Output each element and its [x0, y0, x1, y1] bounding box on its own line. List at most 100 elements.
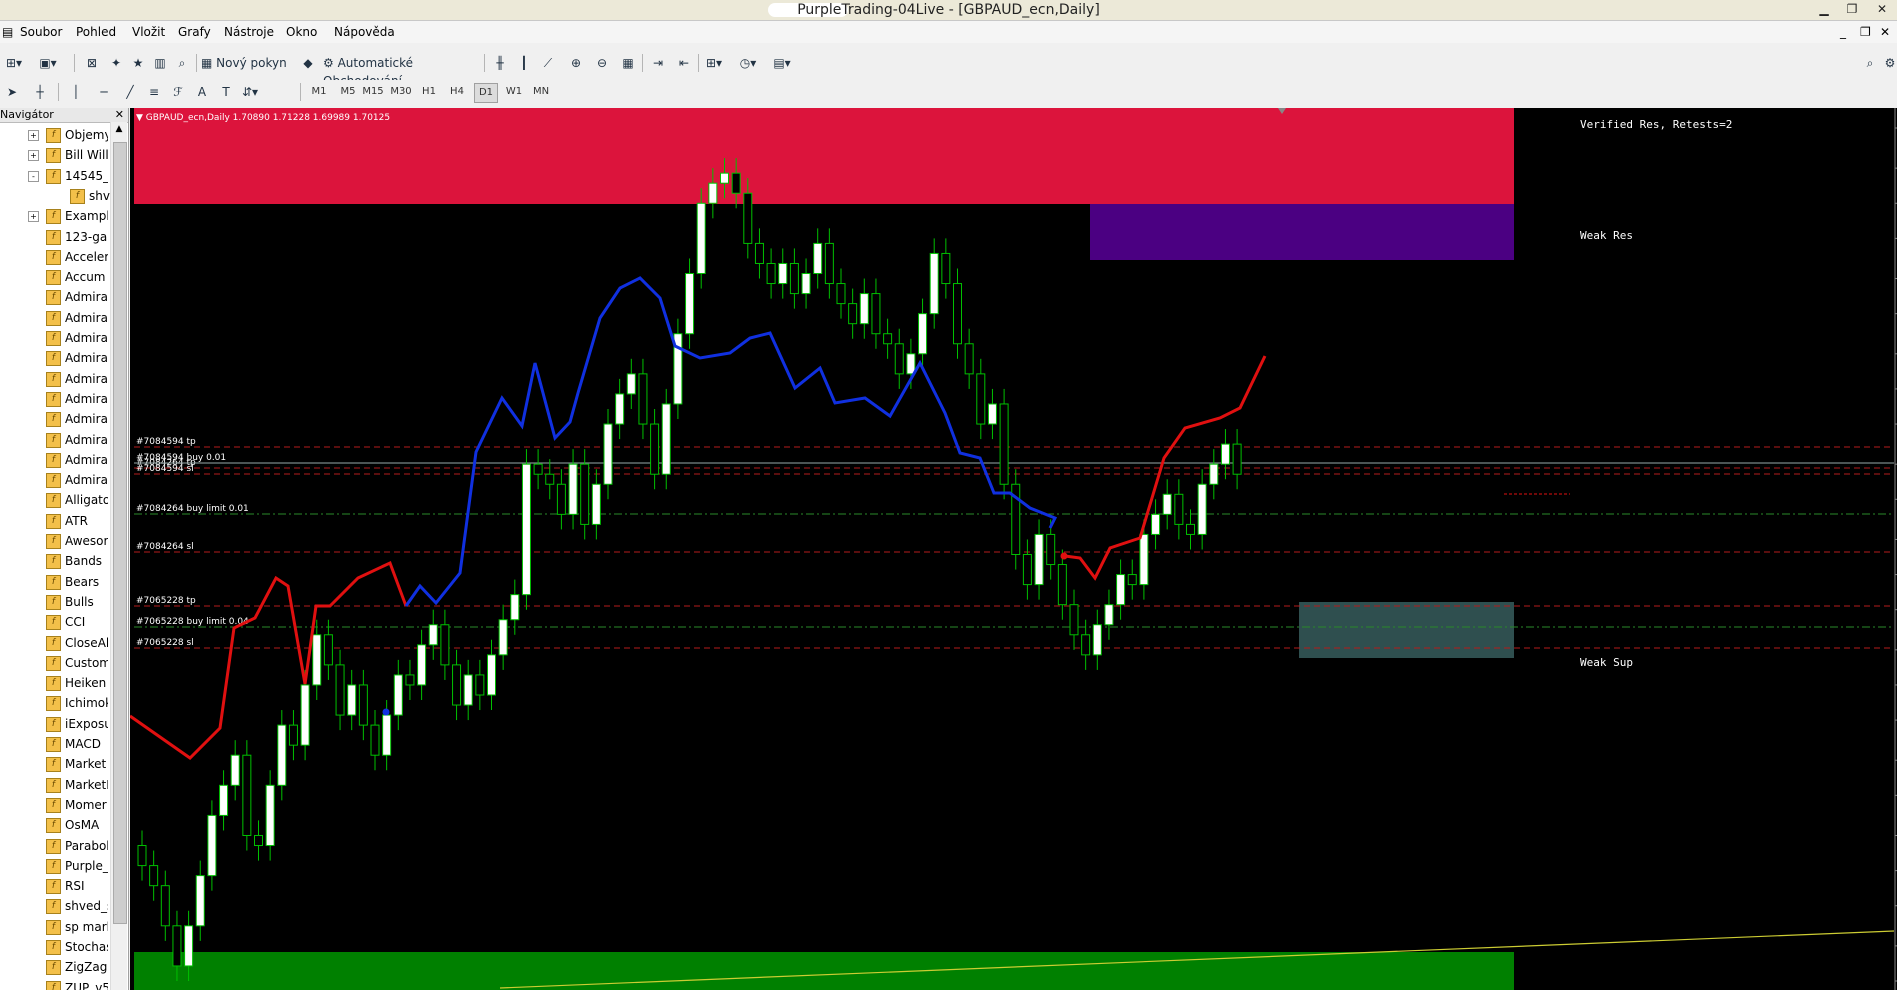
restore-button[interactable]: ❐: [1844, 2, 1860, 16]
tf-m5[interactable]: M5: [337, 83, 359, 101]
fibonacci-icon[interactable]: ℱ: [168, 82, 188, 102]
tile-windows-icon[interactable]: ▦: [618, 53, 638, 73]
navigator-item[interactable]: f Parabol: [46, 837, 108, 855]
close-button[interactable]: ✕: [1874, 2, 1890, 16]
metaeditor-icon[interactable]: ◆: [298, 53, 318, 73]
navigator-item[interactable]: f Admira: [46, 288, 108, 306]
navigator-icon[interactable]: ★: [128, 53, 148, 73]
navigator-item[interactable]: f OsMA: [46, 816, 108, 834]
navigator-item[interactable]: f CCI: [46, 613, 108, 631]
navigator-item[interactable]: f Bands: [46, 552, 108, 570]
zoom-in-icon[interactable]: ⊕: [566, 53, 586, 73]
crosshair-icon[interactable]: ┼: [30, 82, 50, 102]
navigator-item[interactable]: f Admira: [46, 349, 108, 367]
navigator-item[interactable]: f Alligato: [46, 491, 108, 509]
doc-close-button[interactable]: ✕: [1880, 25, 1890, 39]
navigator-item[interactable]: f Admira: [46, 431, 108, 449]
templates-icon[interactable]: ▤▾: [772, 53, 792, 73]
candlestick-icon[interactable]: ┃: [514, 53, 534, 73]
navigator-item[interactable]: f Custom: [46, 654, 108, 672]
minimize-button[interactable]: ▁: [1816, 2, 1832, 16]
navigator-item[interactable]: f Admira: [46, 370, 108, 388]
tf-m15[interactable]: M15: [362, 83, 384, 101]
navigator-item[interactable]: f Bill Williams: [46, 146, 108, 164]
menu-vlozit[interactable]: Vložit: [132, 25, 165, 39]
market-watch-icon[interactable]: ⊠: [82, 53, 102, 73]
navigator-item[interactable]: f RSI: [46, 877, 108, 895]
navigator-item[interactable]: f ZigZag: [46, 958, 108, 976]
menu-grafy[interactable]: Grafy: [178, 25, 211, 39]
navigator-item[interactable]: f Momer: [46, 796, 108, 814]
navigator-item[interactable]: f Heiken: [46, 674, 108, 692]
expand-icon[interactable]: +: [28, 150, 39, 162]
periods-icon[interactable]: ◷▾: [738, 53, 758, 73]
app-icon[interactable]: ▤: [2, 25, 13, 39]
menu-nastroje[interactable]: Nástroje: [224, 25, 274, 39]
navigator-item[interactable]: f Awesor: [46, 532, 108, 550]
channel-icon[interactable]: ≡: [144, 82, 164, 102]
horizontal-line-icon[interactable]: ─: [94, 82, 114, 102]
navigator-item[interactable]: f Market: [46, 755, 108, 773]
auto-trading-button[interactable]: ⚙ Automatické Obchodování: [322, 53, 480, 88]
navigator-item[interactable]: f Ichimok: [46, 694, 108, 712]
navigator-item[interactable]: f shv: [70, 187, 110, 205]
data-window-icon[interactable]: ✦: [106, 53, 126, 73]
tf-m1[interactable]: M1: [308, 83, 330, 101]
tf-w1[interactable]: W1: [503, 83, 525, 101]
chart-shift-icon[interactable]: ⇤: [674, 53, 694, 73]
navigator-item[interactable]: f Objemy: [46, 126, 108, 144]
navigator-item[interactable]: f Admira: [46, 451, 108, 469]
tf-d1[interactable]: D1: [474, 83, 498, 103]
navigator-item[interactable]: f MarketI: [46, 776, 108, 794]
profiles-icon[interactable]: ▣▾: [38, 53, 58, 73]
menu-napoveda[interactable]: Nápověda: [334, 25, 395, 39]
navigator-item[interactable]: f ATR: [46, 512, 108, 530]
navigator-item[interactable]: f Admira: [46, 309, 108, 327]
expand-icon[interactable]: +: [28, 130, 39, 141]
navigator-scrollbar[interactable]: ▲: [110, 122, 127, 990]
line-chart-icon[interactable]: ⟋: [538, 53, 558, 73]
new-chart-icon[interactable]: ⊞▾: [4, 53, 24, 73]
search-icon[interactable]: ⌕: [1860, 53, 1880, 73]
navigator-item[interactable]: f Acceler: [46, 248, 108, 266]
navigator-item[interactable]: f Stochas: [46, 938, 108, 956]
collapse-icon[interactable]: -: [28, 170, 39, 182]
navigator-item[interactable]: f ZUP_v5: [46, 979, 108, 990]
navigator-item[interactable]: f shved_s: [46, 897, 108, 915]
menu-okno[interactable]: Okno: [286, 25, 317, 39]
terminal-icon[interactable]: ▥: [150, 53, 170, 73]
doc-restore-button[interactable]: ❐: [1860, 25, 1871, 39]
tf-h4[interactable]: H4: [446, 83, 468, 101]
navigator-item[interactable]: f MACD: [46, 735, 108, 753]
navigator-item[interactable]: f Admira: [46, 471, 108, 489]
navigator-item[interactable]: f 123-gap: [46, 228, 108, 246]
vertical-line-icon[interactable]: │: [66, 82, 86, 102]
arrows-icon[interactable]: ⇵▾: [240, 82, 260, 102]
scroll-up-icon[interactable]: ▲: [113, 124, 125, 136]
navigator-item[interactable]: f Purple_: [46, 857, 108, 875]
navigator-item[interactable]: f Bulls: [46, 593, 108, 611]
trendline-icon[interactable]: ╱: [120, 82, 140, 102]
tf-m30[interactable]: M30: [390, 83, 412, 101]
navigator-item[interactable]: f sp mark: [46, 918, 108, 936]
scroll-thumb[interactable]: [113, 142, 127, 924]
indicators-icon[interactable]: ⊞▾: [704, 53, 724, 73]
navigator-item[interactable]: f Accum: [46, 268, 108, 286]
zoom-out-icon[interactable]: ⊖: [592, 53, 612, 73]
new-order-button[interactable]: ▦ Nový pokyn: [200, 53, 294, 73]
price-chart[interactable]: Verified Res, Retests=2 Weak Res Weak Sup #…: [130, 108, 1897, 990]
navigator-item[interactable]: f Admira: [46, 410, 108, 428]
navigator-item[interactable]: f Admira: [46, 329, 108, 347]
tf-h1[interactable]: H1: [418, 83, 440, 101]
tf-mn[interactable]: MN: [530, 83, 552, 101]
text-label-icon[interactable]: T: [216, 82, 236, 102]
navigator-item[interactable]: f 14545_e: [46, 167, 108, 185]
text-icon[interactable]: A: [192, 82, 212, 102]
bar-chart-icon[interactable]: ╫: [490, 53, 510, 73]
navigator-item[interactable]: f Bears: [46, 573, 108, 591]
navigator-item[interactable]: f iExposu: [46, 715, 108, 733]
navigator-item[interactable]: f Examples: [46, 207, 108, 225]
navigator-item[interactable]: f Admira: [46, 390, 108, 408]
autoscroll-icon[interactable]: ⇥: [648, 53, 668, 73]
expand-icon[interactable]: +: [28, 211, 39, 223]
